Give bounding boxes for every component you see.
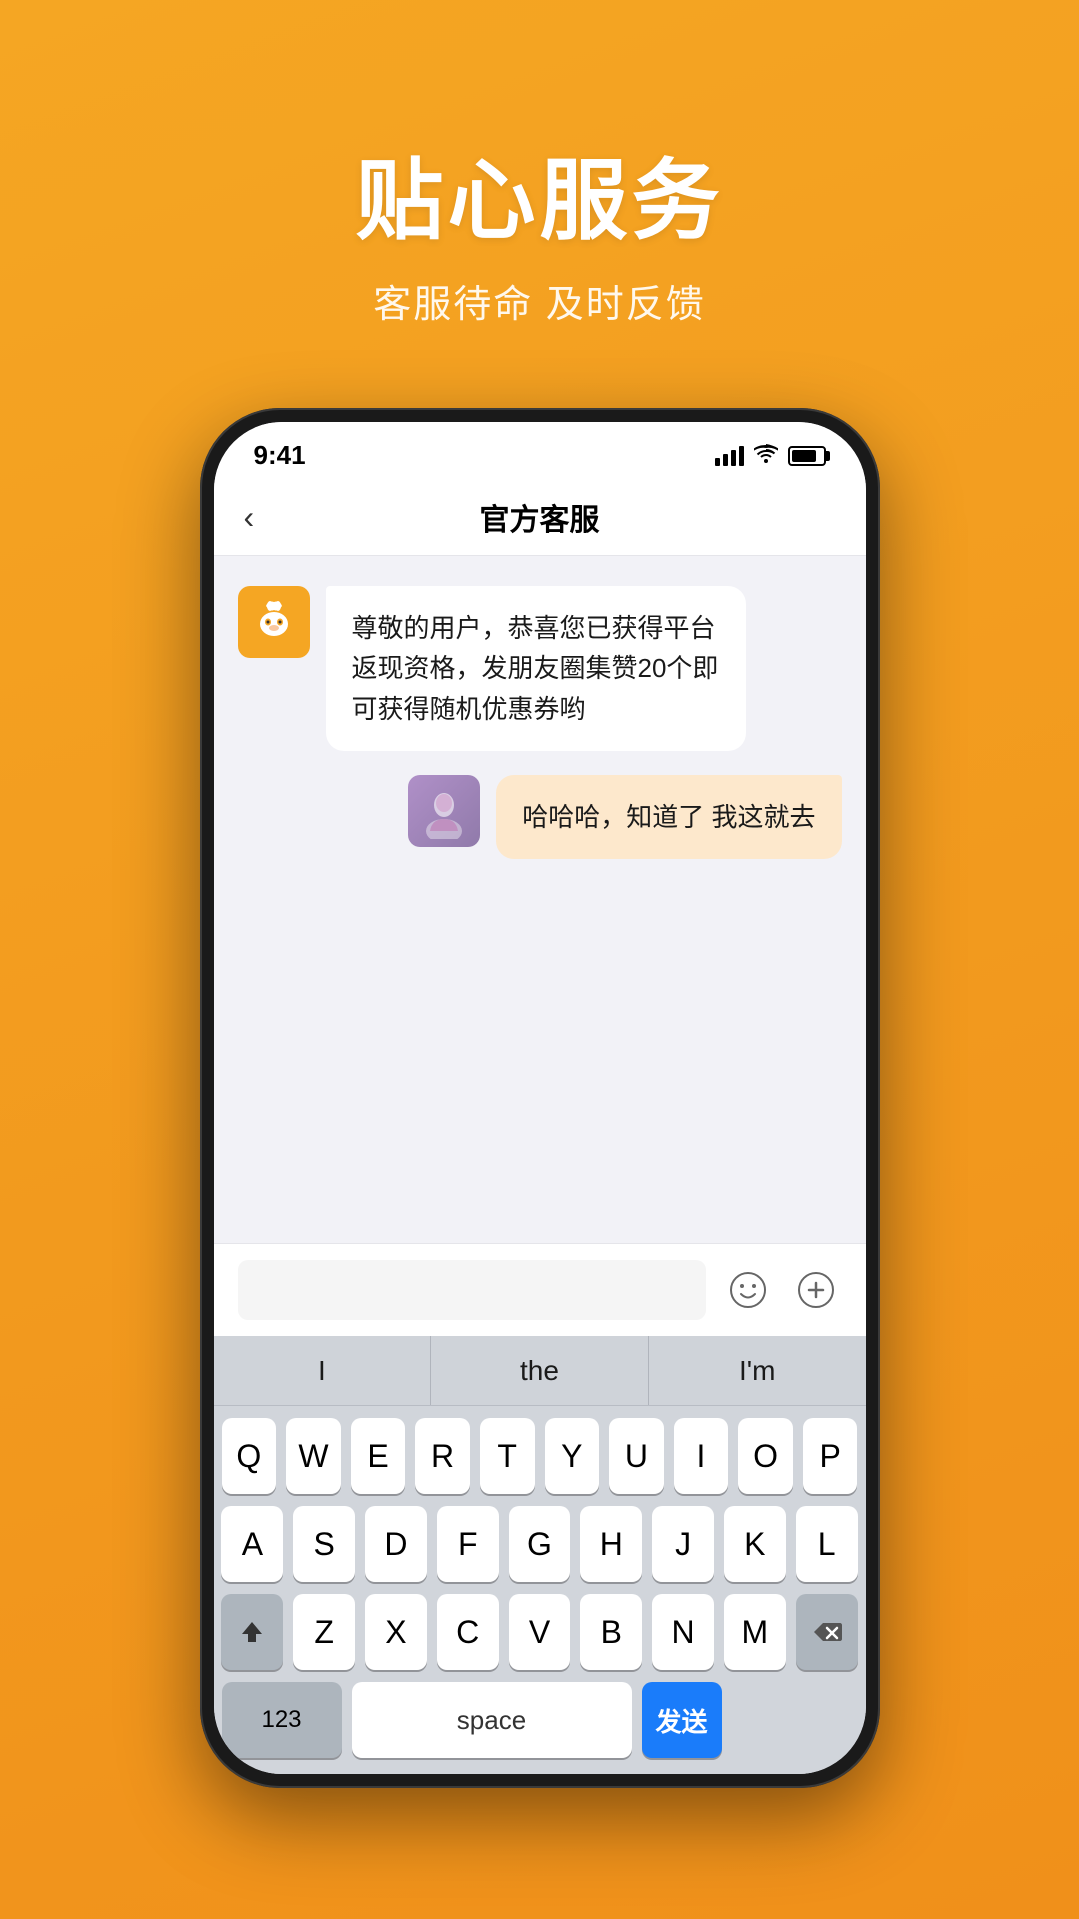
nav-title: 官方客服 [480,495,600,539]
key-m[interactable]: M [724,1594,786,1670]
bot-message-bubble: 尊敬的用户，恭喜您已获得平台返现资格，发朋友圈集赞20个即可获得随机优惠券哟 [326,586,746,751]
key-space[interactable]: space [352,1682,632,1758]
key-n[interactable]: N [652,1594,714,1670]
keyboard: I the I'm Q W E R [214,1336,866,1774]
message-row-2: 哈哈哈，知道了 我这就去 [238,775,842,859]
key-d[interactable]: D [365,1506,427,1582]
chat-area: 尊敬的用户，恭喜您已获得平台返现资格，发朋友圈集赞20个即可获得随机优惠券哟 哈… [214,556,866,1243]
key-v[interactable]: V [509,1594,571,1670]
key-a[interactable]: A [221,1506,283,1582]
hero-section: 贴心服务 客服待命 及时反馈 [0,0,1079,388]
phone-frame: 9:41 [200,408,880,1788]
key-h[interactable]: H [580,1506,642,1582]
key-e[interactable]: E [351,1418,406,1494]
status-time: 9:41 [254,440,306,471]
key-shift[interactable] [221,1594,283,1670]
key-s[interactable]: S [293,1506,355,1582]
key-rows: Q W E R T Y U I O P A S [214,1406,866,1670]
key-y[interactable]: Y [545,1418,600,1494]
key-j[interactable]: J [652,1506,714,1582]
key-row-1: Q W E R T Y U I O P [222,1418,858,1494]
key-f[interactable]: F [437,1506,499,1582]
signal-icon [715,446,744,466]
nav-bar: ‹ 官方客服 [214,479,866,556]
key-p[interactable]: P [803,1418,858,1494]
suggestion-im[interactable]: I'm [649,1336,866,1405]
bot-message-text: 尊敬的用户，恭喜您已获得平台返现资格，发朋友圈集赞20个即可获得随机优惠券哟 [352,613,719,724]
key-g[interactable]: G [509,1506,571,1582]
key-q[interactable]: Q [222,1418,277,1494]
key-row-2: A S D F G H J K L [222,1506,858,1582]
user-message-text: 哈哈哈，知道了 我这就去 [522,802,815,832]
hero-title: 贴心服务 [0,130,1079,257]
key-delete[interactable] [796,1594,858,1670]
plus-button[interactable] [790,1264,842,1316]
key-c[interactable]: C [437,1594,499,1670]
message-row-1: 尊敬的用户，恭喜您已获得平台返现资格，发朋友圈集赞20个即可获得随机优惠券哟 [238,586,842,751]
battery-icon [788,446,826,466]
phone-screen: 9:41 [214,422,866,1774]
key-t[interactable]: T [480,1418,535,1494]
phone-wrapper: 9:41 [0,408,1079,1788]
key-x[interactable]: X [365,1594,427,1670]
emoji-button[interactable] [722,1264,774,1316]
user-avatar [408,775,480,847]
key-z[interactable]: Z [293,1594,355,1670]
wifi-icon [754,443,778,469]
key-o[interactable]: O [738,1418,793,1494]
status-bar: 9:41 [214,422,866,479]
suggestion-the[interactable]: the [431,1336,649,1405]
key-numbers[interactable]: 123 [222,1682,342,1758]
keyboard-bottom-row: 123 space 发送 [214,1670,866,1774]
back-button[interactable]: ‹ [244,499,255,536]
suggestion-i[interactable]: I [214,1336,432,1405]
key-r[interactable]: R [415,1418,470,1494]
hero-subtitle: 客服待命 及时反馈 [0,273,1079,328]
input-area [214,1243,866,1336]
key-send[interactable]: 发送 [642,1682,722,1758]
message-input[interactable] [238,1260,706,1320]
keyboard-suggestions: I the I'm [214,1336,866,1406]
key-i[interactable]: I [674,1418,729,1494]
key-u[interactable]: U [609,1418,664,1494]
key-b[interactable]: B [580,1594,642,1670]
key-l[interactable]: L [796,1506,858,1582]
bot-avatar [238,586,310,658]
key-row-3: Z X C V B N M [222,1594,858,1670]
key-k[interactable]: K [724,1506,786,1582]
status-icons [715,443,826,469]
user-message-bubble: 哈哈哈，知道了 我这就去 [496,775,841,859]
key-w[interactable]: W [286,1418,341,1494]
